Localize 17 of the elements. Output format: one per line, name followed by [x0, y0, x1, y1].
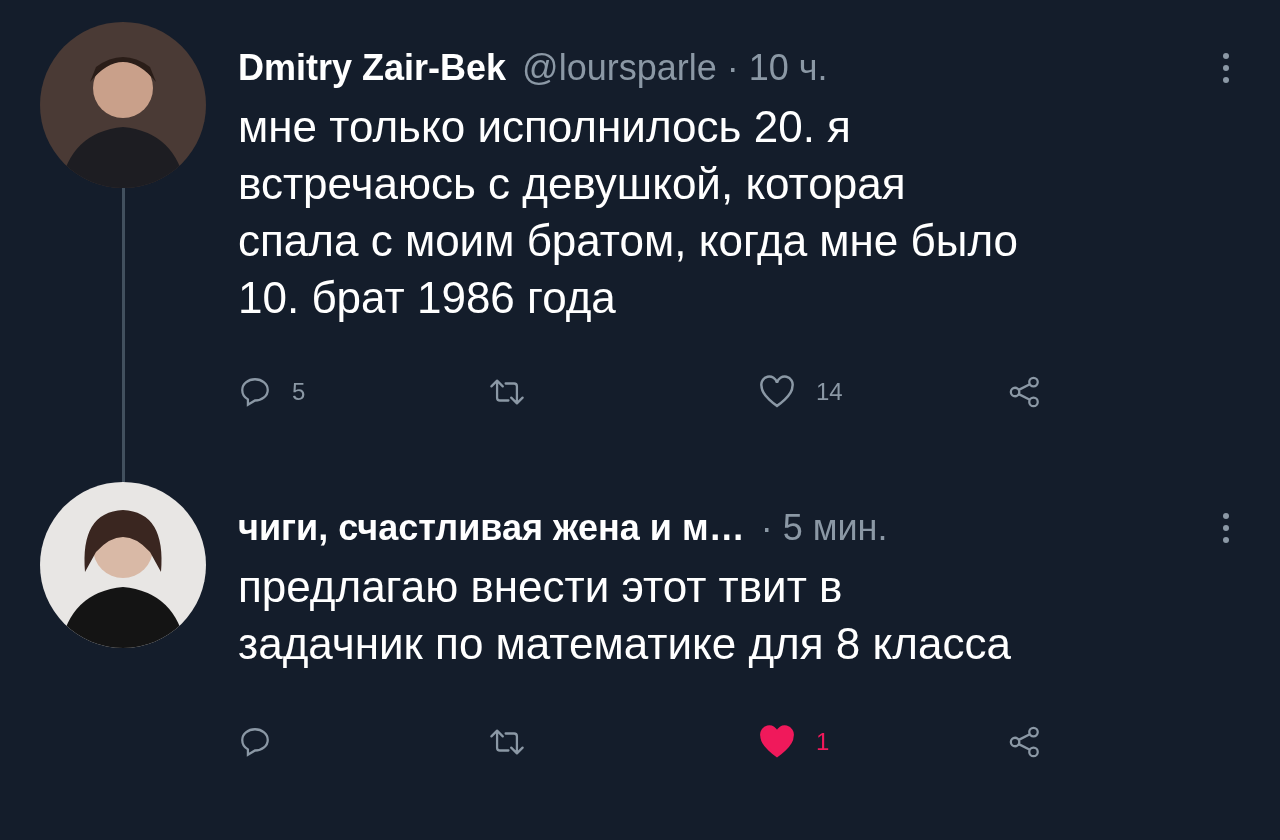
share-icon[interactable] [1008, 375, 1042, 409]
tweet-meta: · 5 мин. [760, 506, 888, 550]
heart-icon[interactable] [758, 725, 796, 759]
more-icon[interactable] [1222, 51, 1230, 85]
user-name[interactable]: Dmitry Zair-Bek [238, 41, 507, 95]
more-icon[interactable] [1222, 511, 1230, 545]
tweet-meta: @loursparle · 10 ч. [522, 46, 828, 90]
reply-icon[interactable] [238, 725, 272, 759]
like-count: 1 [816, 727, 830, 757]
heart-icon[interactable] [758, 375, 796, 409]
like-count: 14 [816, 377, 843, 407]
reply-count: 5 [292, 377, 306, 407]
tweet-text: предлагаю внести этот твит в задачник по математике для 8 класса [238, 561, 1012, 670]
user-name[interactable]: чиги, счастливая жена и м… [238, 501, 745, 555]
share-icon[interactable] [1008, 725, 1042, 759]
tweet-text: мне только исполнилось 20. я встречаюсь с девушкой, которая спала с моим братом, когда мне было 10. брат 1986 года [238, 101, 1020, 324]
reply-icon[interactable] [238, 375, 272, 409]
